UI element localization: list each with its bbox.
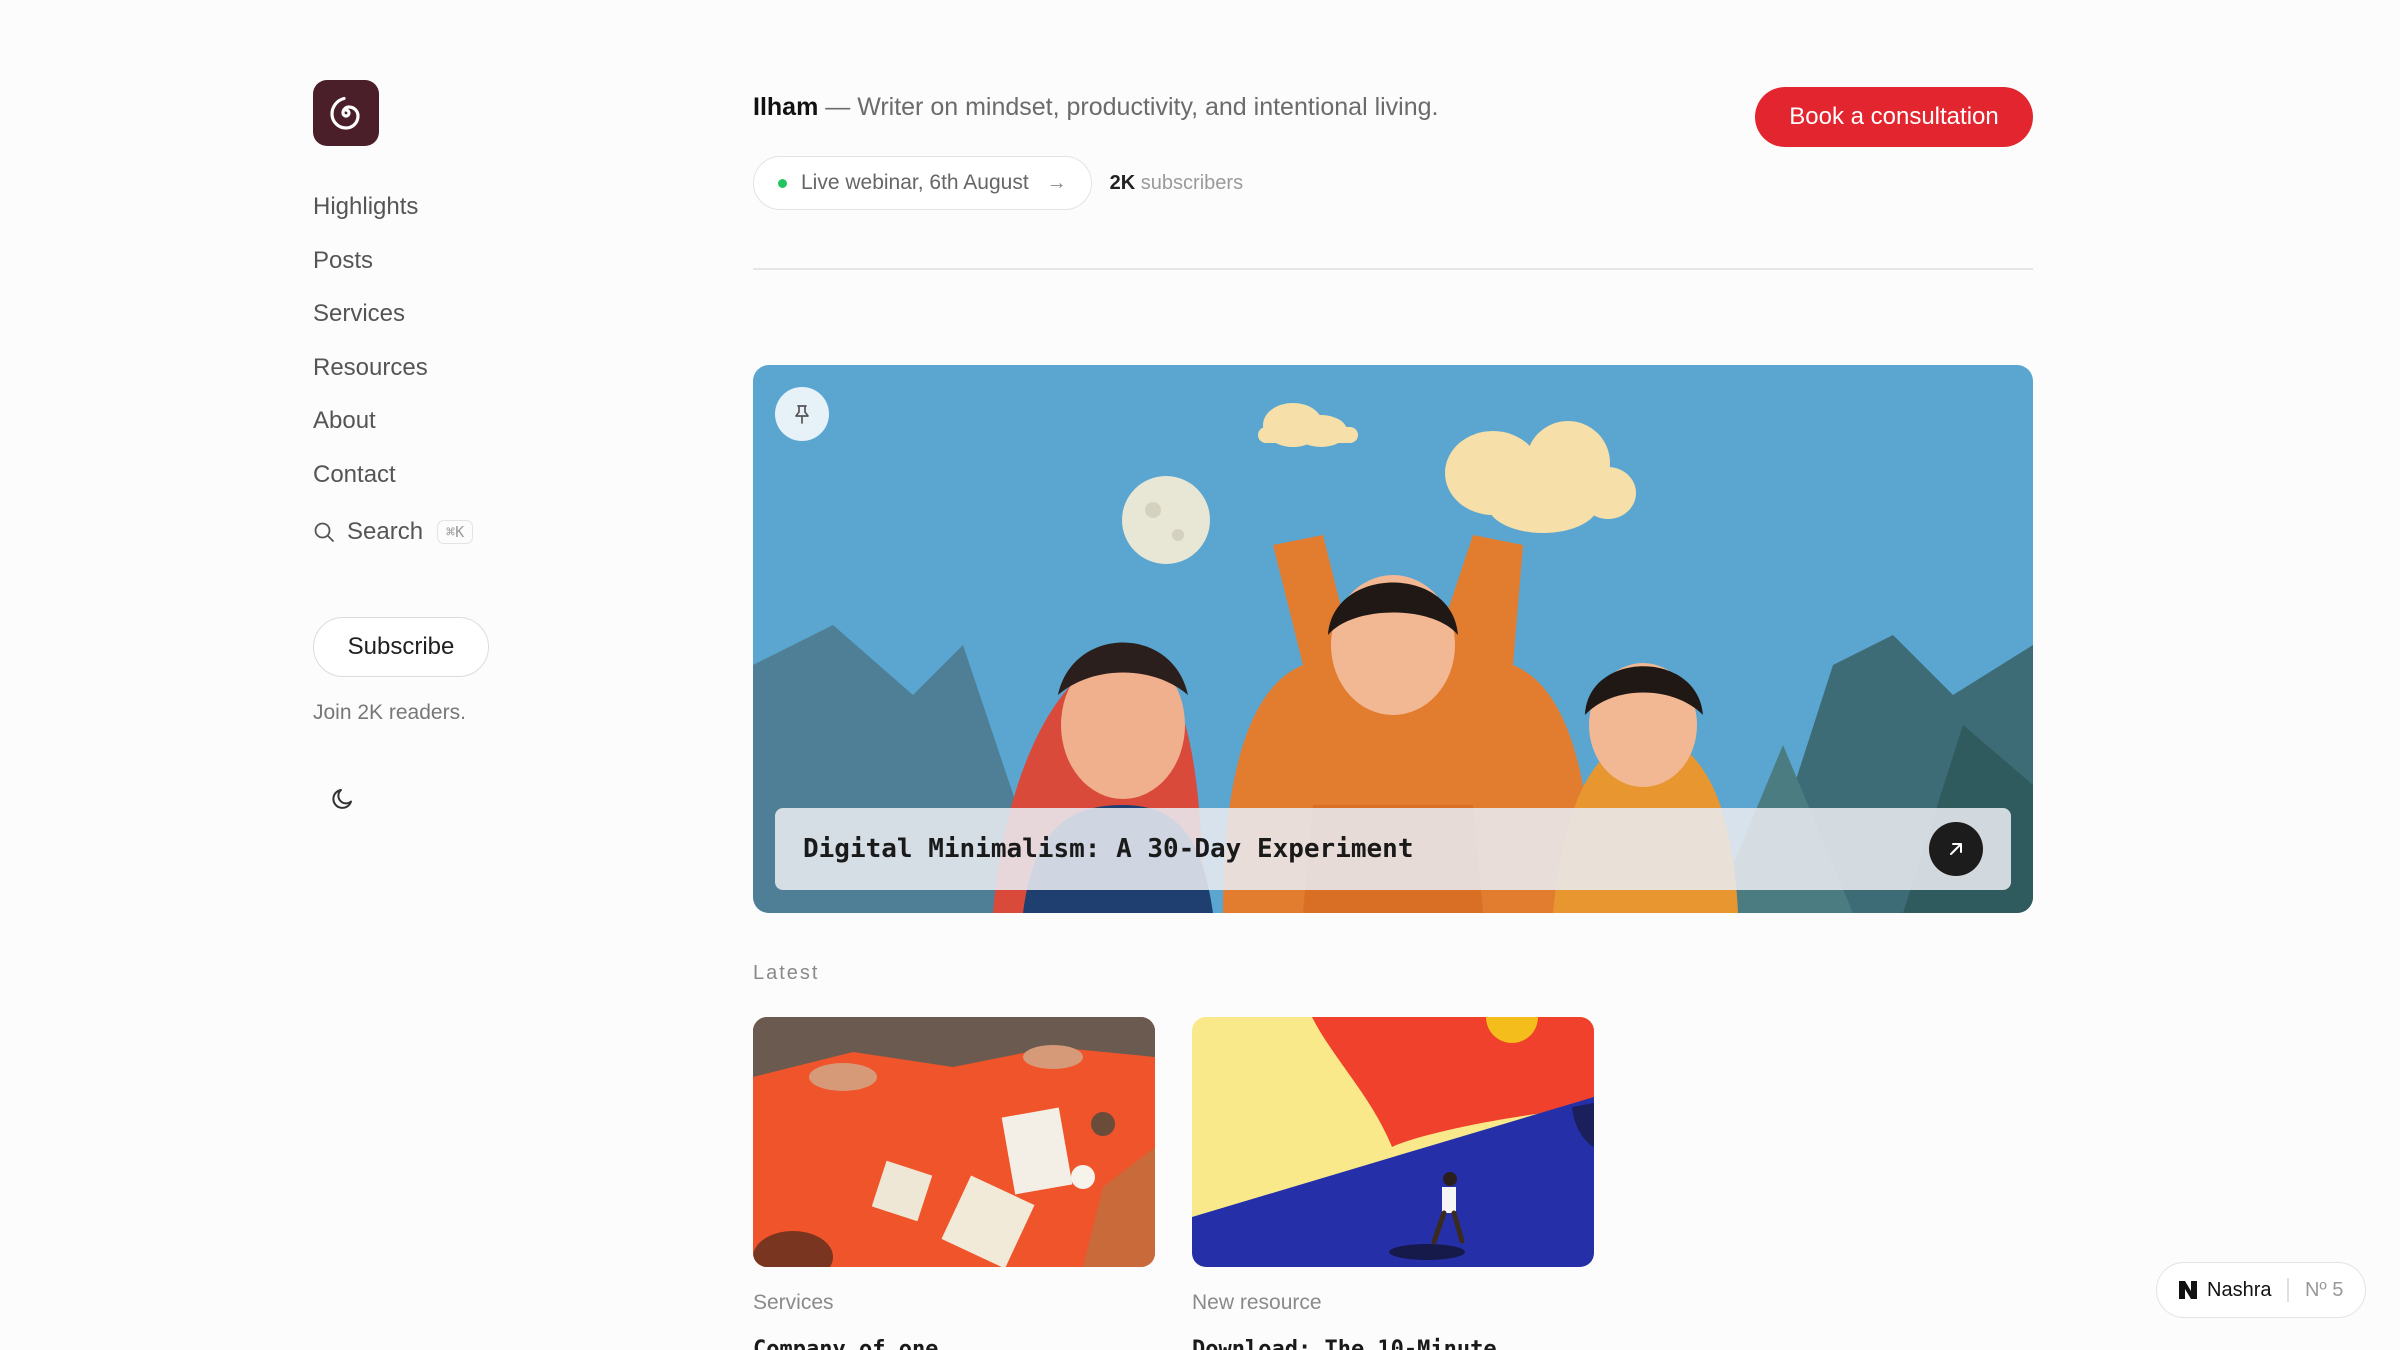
arrow-right-icon: →: [1046, 171, 1067, 194]
newsletter-badge[interactable]: Nashra Nº 5: [2156, 1262, 2366, 1318]
post-card[interactable]: Services Company of one: [753, 1017, 1155, 1350]
logo[interactable]: [313, 80, 379, 146]
theme-toggle[interactable]: [325, 781, 361, 817]
badge-brand: Nashra: [2207, 1278, 2272, 1301]
search-button[interactable]: Search ⌘K: [313, 511, 593, 553]
search-icon: [314, 522, 334, 542]
post-title[interactable]: Download: The 10-Minute: [1192, 1337, 1594, 1350]
live-dot-icon: [778, 178, 787, 188]
badge-divider: [2287, 1278, 2289, 1302]
join-text: Join 2K readers.: [313, 701, 466, 724]
post-title[interactable]: Company of one: [753, 1337, 1155, 1350]
nav-item-services[interactable]: Services: [313, 293, 593, 347]
hero-caption: Digital Minimalism: A 30-Day Experiment: [775, 808, 2011, 890]
latest-label: Latest: [753, 962, 820, 984]
badge-issue: Nº 5: [2304, 1278, 2344, 1301]
post-thumbnail: [753, 1017, 1155, 1267]
subscriber-count: 2K subscribers: [1110, 172, 1243, 195]
hero-title[interactable]: Digital Minimalism: A 30-Day Experiment: [803, 834, 1413, 864]
nashra-logo-icon: [2179, 1281, 2197, 1299]
book-consultation-button[interactable]: Book a consultation: [1755, 87, 2033, 147]
pin-button[interactable]: [775, 387, 829, 441]
nav-item-about[interactable]: About: [313, 400, 593, 454]
spiral-logo-icon: [330, 96, 360, 130]
nav-item-resources[interactable]: Resources: [313, 347, 593, 401]
subscribe-button[interactable]: Subscribe: [313, 617, 489, 677]
nav-item-highlights[interactable]: Highlights: [313, 186, 593, 240]
post-card[interactable]: New resource Download: The 10-Minute: [1192, 1017, 1594, 1350]
main-nav: Highlights Posts Services Resources Abou…: [313, 186, 593, 507]
webinar-label: Live webinar, 6th August: [801, 171, 1029, 194]
subscriber-label: subscribers: [1135, 171, 1244, 194]
post-thumbnail: [1192, 1017, 1594, 1267]
sidebar: Highlights Posts Services Resources Abou…: [313, 80, 593, 817]
webinar-link[interactable]: Live webinar, 6th August →: [753, 156, 1092, 210]
subscriber-number: 2K: [1109, 171, 1136, 194]
header: Ilham — Writer on mindset, productivity,…: [753, 80, 2033, 270]
tagline-text: — Writer on mindset, productivity, and i…: [818, 93, 1439, 121]
header-divider: [753, 268, 2033, 270]
nav-item-posts[interactable]: Posts: [313, 240, 593, 294]
meta-row: Live webinar, 6th August → 2K subscriber…: [753, 156, 2033, 210]
nav-item-contact[interactable]: Contact: [313, 454, 593, 508]
hero-open-button[interactable]: [1929, 822, 1983, 876]
search-label: Search: [347, 518, 424, 545]
post-category: New resource: [1192, 1291, 1322, 1314]
author-name: Ilham: [753, 93, 819, 121]
pin-icon: [795, 405, 809, 424]
post-category: Services: [753, 1291, 834, 1314]
moon-icon: [332, 789, 352, 809]
search-shortcut: ⌘K: [437, 520, 474, 544]
featured-post[interactable]: Digital Minimalism: A 30-Day Experiment: [753, 365, 2033, 913]
arrow-up-right-icon: [1950, 843, 1962, 855]
